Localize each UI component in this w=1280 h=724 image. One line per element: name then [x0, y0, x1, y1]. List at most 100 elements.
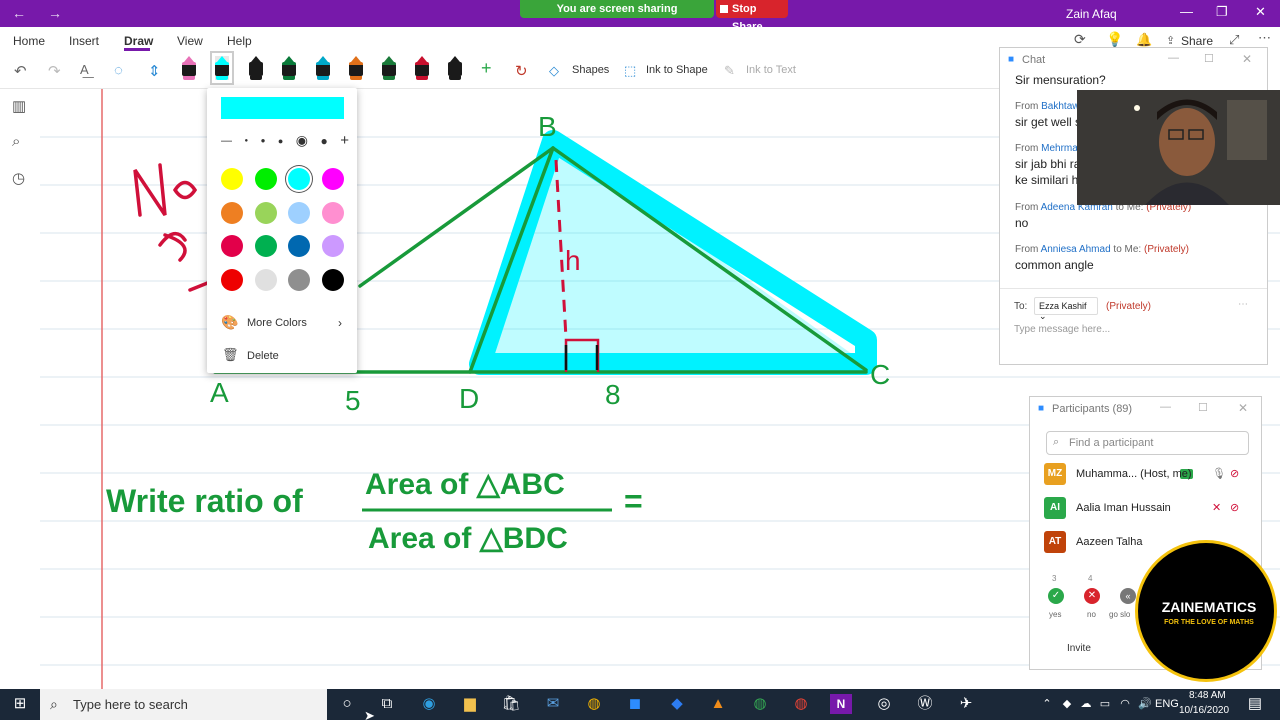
store-icon[interactable]: 🛍 — [500, 694, 522, 714]
chat-minimize-icon[interactable]: — — [1168, 52, 1179, 64]
color-swatch[interactable] — [288, 168, 310, 190]
more-colors-button[interactable]: More Colors — [247, 317, 307, 329]
volume-icon[interactable]: 🔊 — [1134, 694, 1156, 714]
menu-draw[interactable]: Draw — [124, 34, 153, 48]
pen-5[interactable] — [316, 56, 330, 80]
back-arrow-icon[interactable]: ← — [12, 5, 26, 21]
stop-share-button[interactable]: Stop Share — [716, 0, 788, 33]
language-icon[interactable]: ENG — [1155, 694, 1179, 714]
thickness-4-selected[interactable]: ◉ — [296, 132, 308, 149]
thickness-increase-icon[interactable]: + — [340, 132, 349, 149]
delete-pen-button[interactable]: Delete — [247, 350, 279, 362]
mail-icon[interactable]: ✉ — [542, 694, 564, 714]
edge-icon[interactable]: ◉ — [418, 694, 440, 714]
close-icon[interactable]: ✕ — [1255, 4, 1266, 20]
color-swatch[interactable] — [321, 168, 344, 190]
onenote-icon[interactable]: N — [830, 694, 852, 714]
participant-row[interactable]: AI Aalia Iman Hussain — [1044, 497, 1254, 521]
thickness-3[interactable]: ● — [278, 136, 283, 146]
no-x-icon[interactable]: ✕ — [1084, 588, 1100, 604]
color-swatch[interactable] — [254, 201, 277, 224]
yes-check-icon[interactable]: ✓ — [1048, 588, 1064, 604]
thickness-1[interactable]: ● — [244, 138, 248, 144]
chat-maximize-icon[interactable]: ☐ — [1204, 52, 1214, 65]
more-icon[interactable]: ⋯ — [1258, 30, 1271, 46]
expand-icon[interactable]: ⤢ — [1229, 32, 1239, 48]
thickness-decrease-icon[interactable]: — — [221, 135, 232, 147]
chat-close-icon[interactable]: ✕ — [1242, 52, 1252, 66]
notifications-icon[interactable]: ▤ — [1244, 694, 1266, 714]
chat-more-icon[interactable]: ⋯ — [1238, 299, 1248, 310]
ink-to-shape-button[interactable]: Ink to Shape — [646, 64, 708, 76]
pen-4[interactable] — [282, 56, 296, 80]
taskbar-search-box[interactable]: ⌕ Type here to search — [40, 689, 327, 720]
add-pen-icon[interactable]: + — [481, 58, 492, 79]
pen-7[interactable] — [382, 56, 396, 80]
recent-icon[interactable]: ◷ — [12, 169, 25, 187]
participants-maximize-icon[interactable]: ☐ — [1198, 401, 1208, 414]
ink-to-text-button[interactable]: Ink to Text — [746, 64, 796, 76]
menu-help[interactable]: Help — [227, 34, 252, 48]
color-swatch[interactable] — [254, 168, 277, 190]
pen-3[interactable] — [249, 56, 263, 80]
forward-arrow-icon[interactable]: → — [48, 5, 62, 21]
lightbulb-icon[interactable]: 💡 — [1106, 31, 1123, 48]
vlc-icon[interactable]: ▲ — [707, 694, 729, 714]
obs-icon[interactable]: ◎ — [873, 694, 895, 714]
find-participant-input[interactable]: ⌕ Find a participant — [1046, 431, 1249, 455]
color-swatch[interactable] — [288, 235, 310, 257]
go-slower-icon[interactable]: « — [1120, 588, 1136, 604]
bell-icon[interactable]: 🔔 — [1136, 32, 1152, 48]
color-swatch[interactable] — [288, 268, 310, 291]
chrome-profile-icon[interactable]: ◍ — [749, 694, 771, 714]
color-swatch[interactable] — [254, 268, 277, 291]
chrome-profile2-icon[interactable]: ◍ — [790, 694, 812, 714]
task-view-icon[interactable]: ⧉ — [376, 694, 398, 714]
color-swatch[interactable] — [221, 168, 243, 190]
ink-replay-icon[interactable]: ↻ — [515, 62, 528, 80]
windows-start-icon[interactable]: ⊞ — [9, 694, 31, 714]
clock-time[interactable]: 8:48 AM — [1189, 690, 1226, 701]
pen-6[interactable] — [349, 56, 363, 80]
share-icon[interactable]: ⇪ — [1166, 34, 1175, 47]
pen-9[interactable] — [448, 56, 462, 80]
chat-recipient-select[interactable]: Ezza Kashif ⌄ — [1034, 297, 1098, 321]
lasso-select-icon[interactable]: ◌ — [114, 62, 123, 79]
dropbox-icon[interactable]: ◆ — [666, 694, 688, 714]
pen-8[interactable] — [415, 56, 429, 80]
color-swatch[interactable] — [221, 235, 243, 257]
menu-insert[interactable]: Insert — [69, 34, 99, 48]
redo-icon[interactable]: ↷ — [48, 62, 61, 80]
search-icon[interactable]: ⌕ — [12, 133, 20, 150]
undo-icon[interactable]: ↶ — [14, 62, 27, 80]
cortana-icon[interactable]: ○ — [336, 694, 358, 714]
app-icon[interactable]: ✈ — [955, 694, 977, 714]
chat-message-input[interactable]: Type message here... — [1014, 324, 1110, 335]
participants-minimize-icon[interactable]: — — [1160, 401, 1171, 413]
color-swatch[interactable] — [321, 201, 344, 224]
add-space-icon[interactable]: ⇕ — [148, 62, 161, 80]
pen-1[interactable] — [182, 56, 196, 80]
whiteboard-icon[interactable]: Ⓦ — [914, 694, 936, 714]
share-button[interactable]: Share — [1181, 34, 1213, 48]
menu-view[interactable]: View — [177, 34, 203, 48]
sync-icon[interactable]: ⟳ — [1074, 31, 1086, 48]
file-explorer-icon[interactable]: ▆ — [459, 694, 481, 714]
show-hidden-icons[interactable]: ⌃ — [1036, 694, 1058, 714]
color-swatch[interactable] — [321, 235, 344, 257]
menu-home[interactable]: Home — [13, 34, 45, 48]
chrome-icon[interactable]: ◍ — [583, 694, 605, 714]
color-swatch[interactable] — [221, 268, 243, 291]
wifi-icon[interactable]: ◠ — [1114, 694, 1136, 714]
thickness-2[interactable]: ● — [261, 136, 266, 145]
color-swatch[interactable] — [221, 201, 243, 224]
clock-date[interactable]: 10/16/2020 — [1179, 705, 1229, 716]
color-swatch[interactable] — [321, 268, 344, 291]
color-swatch[interactable] — [254, 235, 277, 257]
battery-icon[interactable]: ▭ — [1094, 694, 1116, 714]
type-icon[interactable]: A͟ — [80, 62, 89, 77]
notebooks-icon[interactable]: ▥ — [12, 97, 26, 115]
invite-button[interactable]: Invite — [1067, 643, 1091, 654]
participant-row[interactable]: MZ Muhamma... (Host, me) — [1044, 463, 1254, 487]
shapes-icon[interactable]: ◇ — [549, 63, 559, 79]
